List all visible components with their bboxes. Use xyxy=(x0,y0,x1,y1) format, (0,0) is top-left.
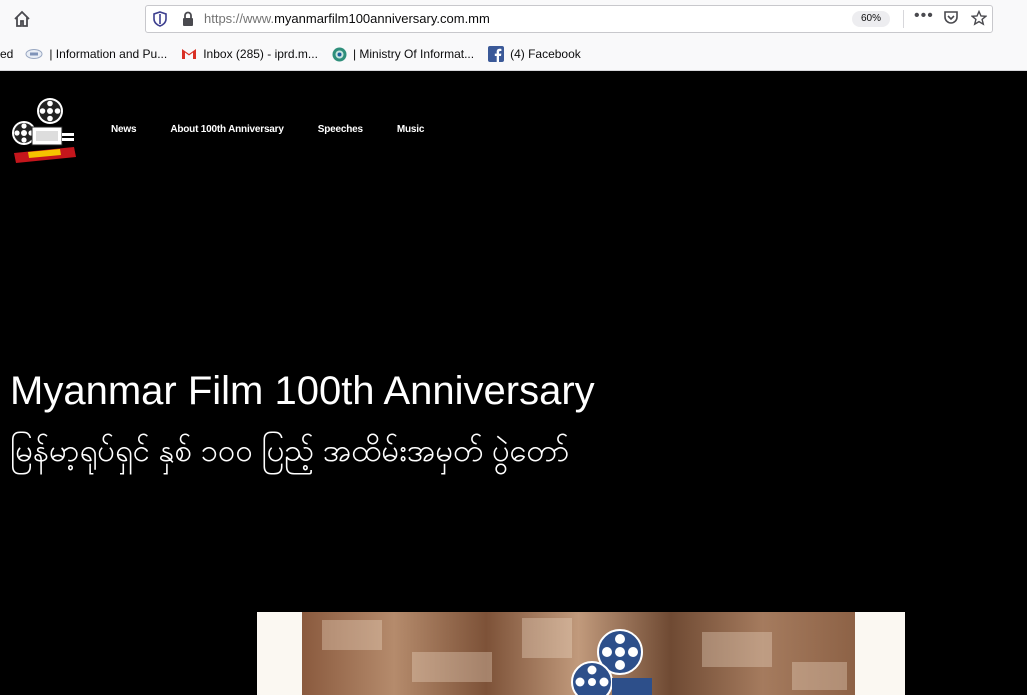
url-text[interactable]: https://www.myanmarfilm100anniversary.co… xyxy=(204,11,490,26)
lock-icon[interactable] xyxy=(182,11,194,27)
tracking-shield-icon[interactable] xyxy=(153,11,167,27)
bookmarks-toolbar: ed | Information and Pu... Inbox (285) -… xyxy=(0,44,595,64)
nav-speeches[interactable]: Speeches xyxy=(318,124,363,135)
globe-icon xyxy=(332,47,347,62)
bookmark-star-icon[interactable] xyxy=(971,10,987,26)
film-reel-icon xyxy=(571,629,652,695)
site-icon xyxy=(25,48,43,60)
facebook-icon xyxy=(488,46,505,62)
bookmark-item[interactable]: | Ministry Of Informat... xyxy=(332,47,474,62)
urlbar-divider xyxy=(903,10,904,28)
film-collage-image xyxy=(302,612,855,695)
bookmark-item[interactable]: Inbox (285) - iprd.m... xyxy=(181,47,318,61)
nav-music[interactable]: Music xyxy=(397,124,425,135)
url-prefix: https://www. xyxy=(204,11,275,26)
nav-news[interactable]: News xyxy=(111,124,137,135)
bookmark-label: Inbox (285) - iprd.m... xyxy=(203,47,318,61)
zoom-badge[interactable]: 60% xyxy=(852,11,890,27)
bookmark-item[interactable]: (4) Facebook xyxy=(488,46,581,62)
main-nav: News About 100th Anniversary Speeches Mu… xyxy=(111,124,458,135)
page-actions-menu-icon[interactable]: ••• xyxy=(914,7,934,25)
hero-subtitle: မြန်မာ့ရုပ်ရှင် နှစ် ၁၀၀ ပြည့် အထိမ်းအမှ… xyxy=(10,433,570,468)
nav-about[interactable]: About 100th Anniversary xyxy=(170,124,284,135)
banner-image xyxy=(257,612,905,695)
bookmark-label: | Information and Pu... xyxy=(49,47,168,61)
website-page: News About 100th Anniversary Speeches Mu… xyxy=(0,71,1027,695)
bookmark-label: | Ministry Of Informat... xyxy=(352,47,475,61)
browser-chrome: https://www.myanmarfilm100anniversary.co… xyxy=(0,0,1027,71)
bookmark-label: ed xyxy=(0,47,14,61)
bookmark-item[interactable]: | Information and Pu... xyxy=(25,47,167,61)
home-button[interactable] xyxy=(6,5,38,33)
hero-title: Myanmar Film 100th Anniversary xyxy=(10,369,595,413)
gmail-icon xyxy=(181,48,197,60)
bookmark-label: (4) Facebook xyxy=(510,47,581,61)
pocket-icon[interactable] xyxy=(943,10,959,26)
home-icon xyxy=(14,10,30,27)
film-reel-logo[interactable] xyxy=(10,97,78,167)
bookmark-item[interactable]: ed xyxy=(0,47,13,61)
url-bar[interactable]: https://www.myanmarfilm100anniversary.co… xyxy=(145,5,993,33)
url-domain: myanmarfilm100anniversary.com.mm xyxy=(274,11,490,26)
